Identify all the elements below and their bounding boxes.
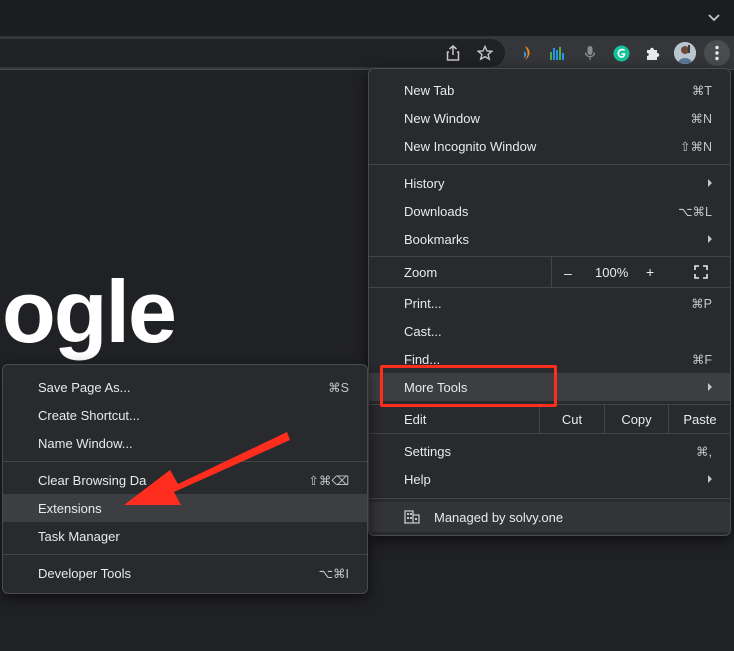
menu-item-label: Bookmarks	[404, 231, 470, 247]
menu-item-new-incognito-window[interactable]: New Incognito Window ⇧⌘N	[369, 132, 730, 160]
edit-label: Edit	[404, 411, 427, 427]
menu-item-label: Name Window...	[38, 435, 133, 451]
menu-item-edit: Edit Cut Copy Paste	[369, 405, 730, 433]
menu-item-settings[interactable]: Settings ⌘,	[369, 437, 730, 465]
menu-item-label: Help	[404, 471, 431, 487]
puzzle-extensions-icon[interactable]	[643, 43, 663, 63]
paste-button[interactable]: Paste	[668, 405, 731, 433]
extension-flame-icon[interactable]	[517, 43, 537, 63]
zoom-in-button[interactable]: +	[646, 264, 654, 280]
menu-item-label: Clear Browsing Da	[38, 472, 147, 488]
menu-item-shortcut: ⌘,	[696, 444, 712, 459]
menu-item-bookmarks[interactable]: Bookmarks	[369, 225, 730, 253]
menu-item-label: Downloads	[404, 203, 469, 219]
menu-item-label: Cast...	[404, 323, 442, 339]
menu-item-label: New Incognito Window	[404, 138, 537, 154]
more-tools-highlight-box	[380, 365, 557, 407]
menu-item-help[interactable]: Help	[369, 465, 730, 493]
menu-item-label: New Tab	[404, 82, 455, 98]
menu-item-new-tab[interactable]: New Tab ⌘T	[369, 76, 730, 104]
zoom-level: 100%	[595, 265, 629, 280]
menu-item-print[interactable]: Print... ⌘P	[369, 289, 730, 317]
chevron-right-icon	[708, 383, 712, 391]
menu-separator	[369, 164, 730, 165]
managed-by-item[interactable]: Managed by solvy.one	[369, 502, 730, 532]
google-logo: ogle	[2, 262, 177, 361]
tab-search-chevron-icon[interactable]	[704, 8, 724, 28]
address-bar[interactable]	[0, 39, 505, 67]
menu-separator	[369, 287, 730, 288]
submenu-item-save-page-as[interactable]: Save Page As... ⌘S	[3, 373, 367, 401]
extension-chart-icon[interactable]	[547, 43, 567, 63]
menu-item-zoom: Zoom – 100% +	[369, 257, 730, 287]
menu-item-label: History	[404, 175, 445, 191]
submenu-item-task-manager[interactable]: Task Manager	[3, 522, 367, 550]
submenu-item-name-window[interactable]: Name Window...	[3, 429, 367, 457]
menu-item-shortcut: ⌘S	[328, 380, 349, 395]
profile-avatar[interactable]	[674, 42, 696, 64]
building-icon	[404, 510, 420, 524]
microphone-icon[interactable]	[580, 43, 600, 63]
zoom-controls: – 100% +	[551, 257, 730, 287]
share-icon[interactable]	[443, 43, 463, 63]
zoom-label: Zoom	[404, 264, 438, 280]
fullscreen-icon[interactable]	[694, 265, 708, 279]
menu-item-label: Task Manager	[38, 528, 120, 544]
menu-item-shortcut: ⌥⌘I	[318, 566, 349, 581]
menu-item-shortcut: ⇧⌘⌫	[308, 473, 349, 488]
menu-item-shortcut: ⌘P	[691, 296, 712, 311]
menu-item-label: Settings	[404, 443, 451, 459]
menu-item-label: Create Shortcut...	[38, 407, 140, 423]
menu-separator	[369, 498, 730, 499]
bookmark-star-icon[interactable]	[475, 43, 495, 63]
managed-label: Managed by solvy.one	[434, 509, 564, 525]
menu-item-shortcut: ⌘N	[690, 111, 712, 126]
chevron-right-icon	[708, 235, 712, 243]
menu-item-shortcut: ⌘F	[691, 352, 712, 367]
grammarly-icon[interactable]	[611, 43, 631, 63]
menu-separator	[3, 461, 367, 462]
more-tools-submenu: Save Page As... ⌘S Create Shortcut... Na…	[2, 364, 368, 594]
submenu-item-developer-tools[interactable]: Developer Tools ⌥⌘I	[3, 559, 367, 587]
menu-item-new-window[interactable]: New Window ⌘N	[369, 104, 730, 132]
kebab-menu-icon[interactable]	[704, 40, 730, 66]
menu-item-label: New Window	[404, 110, 480, 126]
menu-item-label: Extensions	[38, 500, 102, 516]
chrome-main-menu: New Tab ⌘T New Window ⌘N New Incognito W…	[368, 68, 731, 536]
menu-item-downloads[interactable]: Downloads ⌥⌘L	[369, 197, 730, 225]
menu-item-label: Developer Tools	[38, 565, 131, 581]
cut-button[interactable]: Cut	[539, 405, 604, 433]
menu-separator	[3, 554, 367, 555]
menu-item-label: Print...	[404, 295, 442, 311]
submenu-item-extensions[interactable]: Extensions	[3, 494, 367, 522]
menu-item-cast[interactable]: Cast...	[369, 317, 730, 345]
menu-item-shortcut: ⌘T	[691, 83, 712, 98]
zoom-out-button[interactable]: –	[564, 265, 572, 281]
tab-strip	[0, 0, 734, 36]
submenu-item-clear-browsing-data[interactable]: Clear Browsing Da ⇧⌘⌫	[3, 466, 367, 494]
menu-item-label: Save Page As...	[38, 379, 131, 395]
chevron-right-icon	[708, 179, 712, 187]
menu-item-shortcut: ⌥⌘L	[678, 204, 712, 219]
chevron-right-icon	[708, 475, 712, 483]
menu-separator	[369, 433, 730, 434]
menu-item-shortcut: ⇧⌘N	[679, 139, 712, 154]
submenu-item-create-shortcut[interactable]: Create Shortcut...	[3, 401, 367, 429]
menu-item-history[interactable]: History	[369, 169, 730, 197]
copy-button[interactable]: Copy	[604, 405, 668, 433]
